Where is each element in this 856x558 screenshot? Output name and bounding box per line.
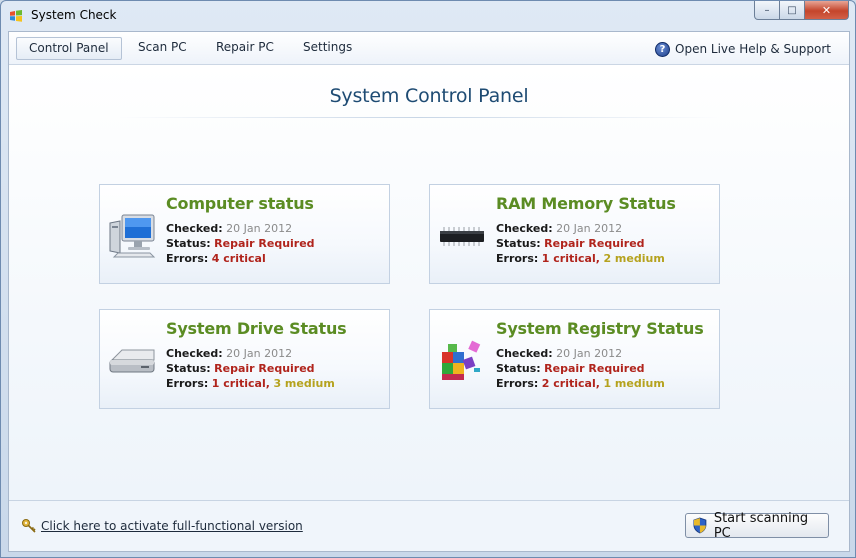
activate-link-label: Click here to activate full-functional v… (41, 519, 303, 533)
error-separator: , (595, 377, 600, 390)
title-bar[interactable]: System Check – □ ✕ (1, 1, 855, 31)
checked-label: Checked: (496, 347, 553, 360)
computer-status-card[interactable]: Computer status Checked: 20 Jan 2012 Sta… (99, 184, 390, 284)
status-value: Repair Required (544, 362, 645, 375)
client-area: Control Panel Scan PC Repair PC Settings… (8, 31, 850, 552)
shield-icon (693, 517, 707, 534)
medium-count: 2 medium (603, 252, 665, 265)
critical-count: 2 critical (541, 377, 596, 390)
computer-icon (109, 214, 156, 258)
tab-scan-pc[interactable]: Scan PC (126, 37, 199, 60)
status-label: Status: (496, 237, 541, 250)
card-title: System Registry Status (496, 319, 704, 338)
key-icon (22, 519, 36, 533)
tab-settings[interactable]: Settings (291, 37, 364, 60)
checked-date: 20 Jan 2012 (226, 347, 293, 360)
status-value: Repair Required (214, 362, 315, 375)
registry-icon (442, 340, 481, 380)
close-button[interactable]: ✕ (805, 1, 849, 20)
error-separator: , (265, 377, 270, 390)
live-help-label: Open Live Help & Support (675, 42, 831, 56)
status-label: Status: (166, 362, 211, 375)
errors-label: Errors: (496, 377, 539, 390)
checked-date: 20 Jan 2012 (556, 222, 623, 235)
card-title: RAM Memory Status (496, 194, 676, 213)
status-label: Status: (166, 237, 211, 250)
windows-logo-icon (10, 10, 22, 22)
activate-link[interactable]: Click here to activate full-functional v… (21, 518, 303, 534)
system-registry-status-card[interactable]: System Registry Status Checked: 20 Jan 2… (429, 309, 720, 409)
card-details: Checked: 20 Jan 2012 Status: Repair Requ… (496, 346, 665, 391)
card-title: Computer status (166, 194, 314, 213)
app-window: System Check – □ ✕ Control Panel Scan PC… (0, 0, 856, 558)
system-drive-status-card[interactable]: System Drive Status Checked: 20 Jan 2012… (99, 309, 390, 409)
card-details: Checked: 20 Jan 2012 Status: Repair Requ… (166, 221, 315, 266)
critical-count: 1 critical (541, 252, 596, 265)
critical-count: 1 critical (211, 377, 266, 390)
checked-date: 20 Jan 2012 (556, 347, 623, 360)
status-label: Status: (496, 362, 541, 375)
medium-count: 3 medium (273, 377, 335, 390)
page-title: System Control Panel (329, 85, 529, 107)
card-details: Checked: 20 Jan 2012 Status: Repair Requ… (496, 221, 665, 266)
errors-label: Errors: (496, 252, 539, 265)
errors-label: Errors: (166, 377, 209, 390)
status-value: Repair Required (544, 237, 645, 250)
control-panel-content: System Control Panel Computer status Che… (9, 66, 849, 500)
checked-date: 20 Jan 2012 (226, 222, 293, 235)
start-scanning-label: Start scanning PC (713, 510, 809, 541)
question-icon: ? (655, 41, 671, 57)
errors-label: Errors: (166, 252, 209, 265)
card-title: System Drive Status (166, 319, 347, 338)
minimize-button[interactable]: – (754, 1, 780, 20)
ram-chip-icon (440, 227, 484, 246)
checked-label: Checked: (166, 222, 223, 235)
checked-label: Checked: (166, 347, 223, 360)
status-value: Repair Required (214, 237, 315, 250)
critical-count: 4 critical (211, 252, 266, 265)
card-details: Checked: 20 Jan 2012 Status: Repair Requ… (166, 346, 335, 391)
checked-label: Checked: (496, 222, 553, 235)
tab-control-panel[interactable]: Control Panel (16, 37, 122, 60)
ram-memory-status-card[interactable]: RAM Memory Status Checked: 20 Jan 2012 S… (429, 184, 720, 284)
window-title: System Check (31, 8, 117, 22)
menu-bar: Control Panel Scan PC Repair PC Settings… (9, 32, 849, 65)
footer-bar: Click here to activate full-functional v… (9, 500, 849, 551)
medium-count: 1 medium (603, 377, 665, 390)
live-help-link[interactable]: ? Open Live Help & Support (655, 40, 831, 58)
start-scanning-button[interactable]: Start scanning PC (685, 510, 829, 541)
hard-drive-icon (109, 349, 155, 373)
title-divider (119, 117, 719, 118)
window-controls: – □ ✕ (754, 1, 849, 21)
error-separator: , (595, 252, 600, 265)
tab-repair-pc[interactable]: Repair PC (204, 37, 286, 60)
maximize-button[interactable]: □ (780, 1, 805, 20)
